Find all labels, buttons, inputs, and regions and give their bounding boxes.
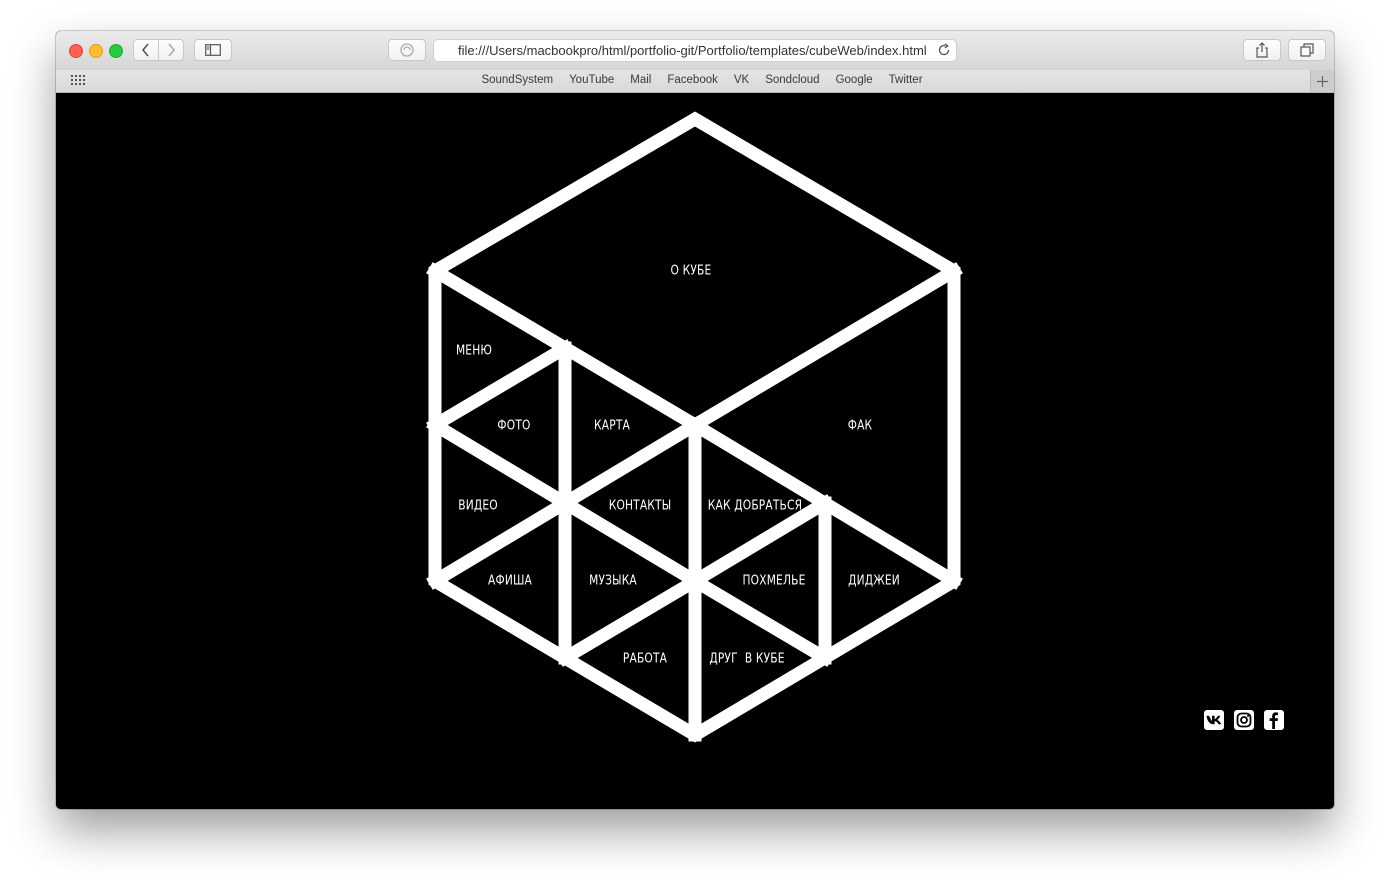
favorite-google[interactable]: Google (836, 74, 873, 86)
cube-link-directions[interactable]: КАК ДОБРАТЬСЯ (708, 499, 802, 514)
favorite-facebook[interactable]: Facebook (667, 74, 718, 86)
cube-link-hangover[interactable]: ПОХМЕЛЬЕ (742, 574, 805, 589)
cube-line-left-diag-6 (556, 572, 704, 667)
browser-window: file:///Users/macbookpro/html/portfolio-… (56, 31, 1334, 809)
facebook-link[interactable] (1264, 710, 1284, 730)
cube-link-contacts[interactable]: КОНТАКТЫ (609, 499, 672, 514)
instagram-icon (1236, 712, 1252, 728)
vk-link[interactable] (1204, 710, 1224, 730)
close-window-button[interactable] (69, 44, 83, 58)
reload-icon[interactable] (937, 43, 951, 57)
favorite-youtube[interactable]: YouTube (569, 74, 614, 86)
cube-link-friend[interactable]: ДРУГ В КУБЕ (709, 652, 784, 667)
cube-line-right-diag-1 (686, 494, 834, 590)
url-text[interactable]: file:///Users/macbookpro/html/portfolio-… (458, 43, 928, 58)
browser-toolbar: file:///Users/macbookpro/html/portfolio-… (56, 31, 1334, 70)
tabs-icon (1300, 43, 1314, 57)
favorites-list: SoundSystem YouTube Mail Facebook VK Son… (56, 74, 1334, 86)
share-icon (1256, 42, 1268, 58)
cube-line-left-diag-4 (556, 416, 704, 512)
favorite-soundcloud[interactable]: Sondcloud (765, 74, 819, 86)
favorite-vk[interactable]: VK (734, 74, 749, 86)
reader-button[interactable] (388, 39, 426, 61)
cube-line-left-diag-5 (556, 494, 704, 590)
favorites-bar: SoundSystem YouTube Mail Facebook VK Son… (56, 70, 1334, 93)
plus-icon (1317, 75, 1328, 87)
chevron-left-icon (141, 43, 149, 57)
favorite-soundsystem[interactable]: SoundSystem (481, 74, 553, 86)
facebook-icon (1269, 712, 1278, 729)
tab-overview-button[interactable] (1288, 39, 1326, 61)
cube-link-video[interactable]: ВИДЕО (458, 499, 498, 514)
cube-link-faq[interactable]: ФАК (848, 419, 873, 434)
cube-line-left-diag-1 (426, 339, 574, 434)
chevron-right-icon (168, 43, 176, 57)
cube-link-menu[interactable]: МЕНЮ (456, 344, 492, 359)
instagram-link[interactable] (1234, 710, 1254, 730)
cube-link-about[interactable]: О КУБЕ (671, 264, 712, 279)
reader-icon (400, 43, 414, 57)
page-content: О КУБЕ МЕНЮ ФОТО КАРТА ФАК ВИДЕО КОНТАКТ… (56, 93, 1334, 809)
cube-link-photo[interactable]: ФОТО (497, 419, 530, 434)
favorite-twitter[interactable]: Twitter (889, 74, 923, 86)
cube-link-poster[interactable]: АФИША (488, 574, 532, 589)
forward-button[interactable] (158, 39, 184, 61)
sidebar-icon (205, 44, 221, 56)
cube-link-map[interactable]: КАРТА (594, 419, 630, 434)
favorite-mail[interactable]: Mail (630, 74, 651, 86)
cube-link-djs[interactable]: ДИДЖЕИ (848, 574, 900, 589)
maximize-window-button[interactable] (109, 44, 123, 58)
vk-icon (1206, 715, 1222, 725)
share-button[interactable] (1243, 39, 1281, 61)
cube-line-left-diag-3 (426, 494, 574, 590)
back-button[interactable] (133, 39, 159, 61)
minimize-window-button[interactable] (89, 44, 103, 58)
address-bar[interactable]: file:///Users/macbookpro/html/portfolio-… (433, 39, 957, 62)
cube-graphic (426, 111, 963, 743)
cube-link-music[interactable]: МУЗЫКА (589, 574, 637, 589)
cube-line-left-diag-2 (426, 416, 574, 512)
cube-line-top-right (686, 262, 963, 434)
cube-link-work[interactable]: РАБОТА (623, 652, 667, 667)
new-tab-button[interactable] (1310, 70, 1334, 92)
sidebar-toggle-button[interactable] (194, 39, 232, 61)
cube-line-right-diag-2 (686, 572, 834, 667)
